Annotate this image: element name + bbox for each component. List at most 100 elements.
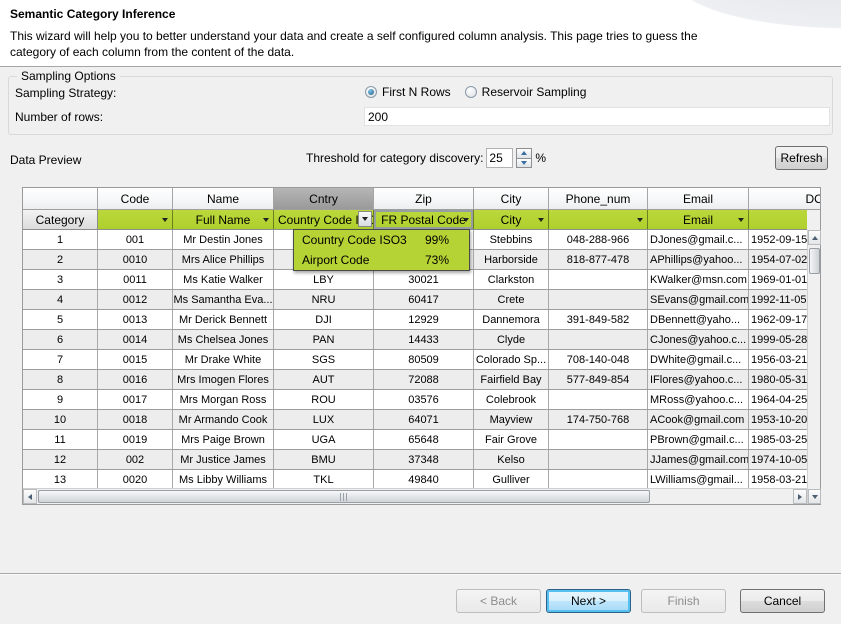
table-cell[interactable]: NRU [274, 290, 374, 309]
table-cell[interactable]: 1974-10-05 [749, 450, 807, 469]
table-cell[interactable]: JJames@gmail.com [648, 450, 749, 469]
table-cell[interactable]: 49840 [374, 470, 474, 489]
table-cell[interactable]: 0015 [98, 350, 173, 369]
table-cell[interactable]: 30021 [374, 270, 474, 289]
threshold-input[interactable] [486, 148, 513, 168]
table-cell[interactable]: Mr Derick Bennett [173, 310, 274, 329]
table-cell[interactable]: 0020 [98, 470, 173, 489]
column-header-DOB[interactable]: DOB [749, 188, 820, 210]
table-cell[interactable]: 7 [23, 350, 98, 369]
category-cell-zip[interactable]: FR Postal Code [374, 210, 474, 230]
table-cell[interactable]: 1956-03-21 [749, 350, 807, 369]
chevron-down-icon[interactable] [738, 218, 744, 222]
chevron-down-icon[interactable] [463, 218, 469, 222]
table-cell[interactable] [549, 270, 648, 289]
table-cell[interactable]: Mayview [474, 410, 549, 429]
table-cell[interactable]: Ms Chelsea Jones [173, 330, 274, 349]
table-cell[interactable]: 1969-01-01 [749, 270, 807, 289]
table-cell[interactable]: 1 [23, 230, 98, 249]
table-cell[interactable]: 708-140-048 [549, 350, 648, 369]
table-cell[interactable]: 1980-05-31 [749, 370, 807, 389]
column-header-Phone_num[interactable]: Phone_num [549, 188, 648, 210]
table-cell[interactable]: 174-750-768 [549, 410, 648, 429]
table-cell[interactable]: Colebrook [474, 390, 549, 409]
table-cell[interactable]: UGA [274, 430, 374, 449]
table-cell[interactable]: ROU [274, 390, 374, 409]
table-cell[interactable]: Clyde [474, 330, 549, 349]
table-cell[interactable]: 1954-07-02 [749, 250, 807, 269]
table-cell[interactable]: 2 [23, 250, 98, 269]
table-cell[interactable]: PAN [274, 330, 374, 349]
table-cell[interactable]: 1952-09-15 [749, 230, 807, 249]
column-header-Email[interactable]: Email [648, 188, 749, 210]
table-cell[interactable]: 0012 [98, 290, 173, 309]
chevron-down-icon[interactable] [263, 218, 269, 222]
scroll-down-button[interactable] [808, 489, 821, 504]
table-cell[interactable]: TKL [274, 470, 374, 489]
table-cell[interactable]: SEvans@gmail.com [648, 290, 749, 309]
table-cell[interactable]: 60417 [374, 290, 474, 309]
next-button[interactable]: Next > [546, 589, 631, 613]
spinner-down-button[interactable] [516, 159, 532, 169]
table-cell[interactable]: Stebbins [474, 230, 549, 249]
table-cell[interactable]: Fair Grove [474, 430, 549, 449]
dropdown-item[interactable]: Airport Code73% [294, 250, 469, 270]
table-cell[interactable]: 0016 [98, 370, 173, 389]
table-cell[interactable]: BMU [274, 450, 374, 469]
table-cell[interactable]: 3 [23, 270, 98, 289]
table-cell[interactable]: 1953-10-20 [749, 410, 807, 429]
table-cell[interactable]: Gulliver [474, 470, 549, 489]
table-cell[interactable]: AUT [274, 370, 374, 389]
column-header-Cntry[interactable]: Cntry [274, 188, 374, 210]
table-cell[interactable]: DBennett@yaho... [648, 310, 749, 329]
table-cell[interactable] [549, 450, 648, 469]
table-cell[interactable]: Ms Libby Williams [173, 470, 274, 489]
table-cell[interactable]: Colorado Sp... [474, 350, 549, 369]
table-cell[interactable]: 64071 [374, 410, 474, 429]
table-cell[interactable]: 03576 [374, 390, 474, 409]
table-cell[interactable]: Mr Destin Jones [173, 230, 274, 249]
chevron-down-icon[interactable] [162, 218, 168, 222]
table-cell[interactable]: 80509 [374, 350, 474, 369]
table-cell[interactable]: MRoss@yahoo.c... [648, 390, 749, 409]
table-cell[interactable]: 818-877-478 [549, 250, 648, 269]
table-cell[interactable]: 0017 [98, 390, 173, 409]
table-cell[interactable]: LUX [274, 410, 374, 429]
table-cell[interactable]: 4 [23, 290, 98, 309]
table-cell[interactable]: Mrs Paige Brown [173, 430, 274, 449]
table-cell[interactable]: Harborside [474, 250, 549, 269]
table-cell[interactable]: 577-849-854 [549, 370, 648, 389]
table-cell[interactable]: 002 [98, 450, 173, 469]
table-cell[interactable] [549, 330, 648, 349]
table-cell[interactable]: 37348 [374, 450, 474, 469]
category-cell-email[interactable]: Email [648, 210, 749, 230]
table-cell[interactable]: 72088 [374, 370, 474, 389]
radio-button-icon[interactable] [465, 86, 477, 98]
horizontal-scrollbar[interactable] [23, 488, 807, 504]
dropdown-item[interactable]: Country Code ISO399% [294, 230, 469, 250]
table-cell[interactable]: 13 [23, 470, 98, 489]
category-cell-code[interactable] [98, 210, 173, 230]
scroll-up-button[interactable] [808, 230, 821, 245]
table-cell[interactable]: 1964-04-25 [749, 390, 807, 409]
column-header-Zip[interactable]: Zip [374, 188, 474, 210]
table-cell[interactable]: ACook@gmail.com [648, 410, 749, 429]
table-cell[interactable]: 1958-03-21 [749, 470, 807, 489]
table-cell[interactable]: 391-849-582 [549, 310, 648, 329]
table-cell[interactable]: 1985-03-25 [749, 430, 807, 449]
table-cell[interactable] [549, 430, 648, 449]
table-cell[interactable]: 12 [23, 450, 98, 469]
table-cell[interactable]: 001 [98, 230, 173, 249]
table-cell[interactable]: Kelso [474, 450, 549, 469]
table-cell[interactable]: Ms Katie Walker [173, 270, 274, 289]
table-cell[interactable] [549, 470, 648, 489]
table-cell[interactable]: Mr Armando Cook [173, 410, 274, 429]
table-cell[interactable] [549, 290, 648, 309]
table-cell[interactable]: APhillips@yahoo... [648, 250, 749, 269]
table-cell[interactable]: Fairfield Bay [474, 370, 549, 389]
table-cell[interactable]: KWalker@msn.com [648, 270, 749, 289]
table-cell[interactable]: Crete [474, 290, 549, 309]
table-cell[interactable]: 14433 [374, 330, 474, 349]
column-header-rownum[interactable] [23, 188, 98, 210]
column-header-Code[interactable]: Code [98, 188, 173, 210]
